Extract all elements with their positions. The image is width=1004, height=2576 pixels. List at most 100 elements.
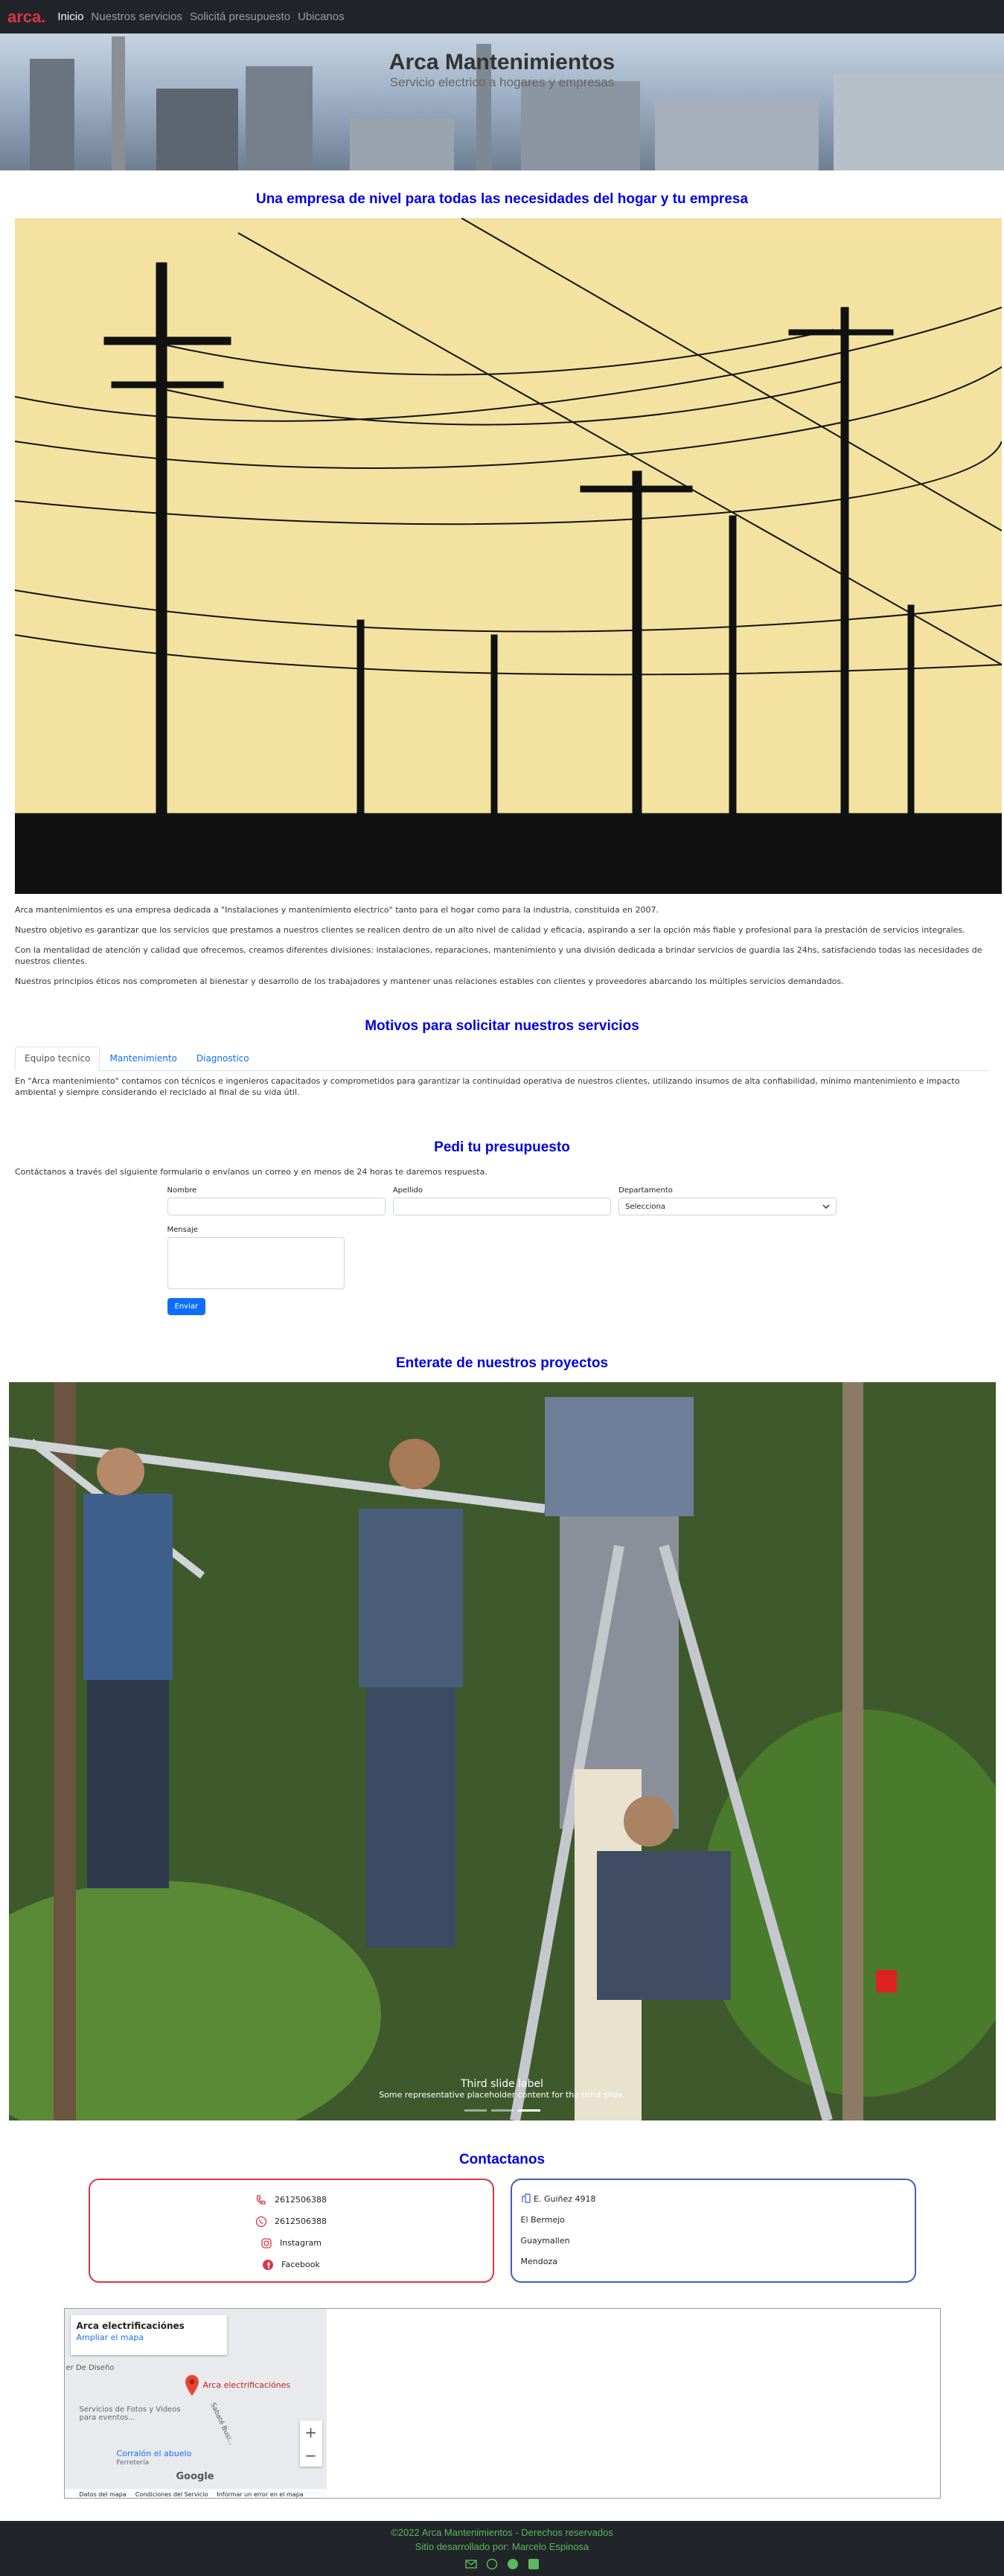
phone-item[interactable]: 2612506388 [99,2189,484,2211]
google-logo: Google [176,2471,214,2482]
map-label: er De Diseño [65,2364,115,2372]
footer-social [0,2558,1004,2570]
map-label: Corralón el abuelo [116,2449,192,2458]
building-icon [521,2193,531,2203]
mensaje-label: Mensaje [167,1226,198,1234]
map-footer: Datos del mapa Condiciones del Servicio … [64,2489,327,2498]
facebook-item[interactable]: Facebook [99,2254,484,2275]
instagram-item[interactable]: Instagram [99,2232,484,2254]
address-line: Mendoza [520,2257,557,2266]
chevron-down-icon [822,1204,831,1209]
mail-icon[interactable] [464,2558,477,2570]
nav-link-ubicanos[interactable]: Ubicanos [298,10,345,23]
map-embed[interactable]: Arca electrificaciónes Ampliar el mapa e… [63,2308,941,2499]
address-line: Guaymallen [520,2236,570,2246]
contact-card: 2612506388 2612506388 Instagram Facebook [88,2179,494,2283]
address-line: El Bermejo [520,2215,565,2225]
carousel-caption-title: Third slide label [460,2078,544,2090]
hero-building [350,118,454,170]
carousel-indicators [9,2109,996,2112]
projects-carousel[interactable]: Third slide label Some representative pl… [8,1382,996,2120]
hero-banner: Arca Mantenimientos Servicio electrico a… [0,33,1004,170]
tab-diagnostico[interactable]: Diagnostico [187,1046,259,1070]
map-pin-icon[interactable] [184,2374,200,2397]
motivos-section: Motivos para solicitar nuestros servicio… [0,1018,1004,1098]
map-label: Servicios de Fotos y Videos para eventos… [79,2406,181,2422]
zoom-in-icon[interactable]: + [304,2423,317,2441]
map-pin-label: Arca electrificaciónes [202,2380,291,2390]
presupuesto-title: Pedi tu presupuesto [434,1140,570,1155]
linkedin-icon[interactable] [528,2558,540,2570]
address-street: E. Guiñez 4918 [534,2194,596,2204]
address-card: E. Guiñez 4918 El Bermejo Guaymallen Men… [510,2179,916,2283]
map-section: Arca electrificaciónes Ampliar el mapa e… [0,2308,1004,2499]
map-terms-link[interactable]: Condiciones del Servicio [135,2491,208,2498]
footer-copyright: ©2022 Arca Mantenimientos - Derechos res… [391,2527,613,2538]
navbar: arca. Inicio Nuestros servicios Solicitá… [0,0,1004,33]
intro-paragraph: Arca mantenimientos es una empresa dedic… [15,905,659,915]
carousel-indicator[interactable] [464,2109,487,2112]
carousel-indicator[interactable] [517,2109,540,2112]
github-icon[interactable] [507,2558,519,2570]
presupuesto-section: Pedi tu presupuesto Contáctanos a través… [0,1140,1004,1315]
map-label: Sabaté Busi... [208,2401,235,2447]
nav-link-presupuesto[interactable]: Solicitá presupuesto [190,10,290,23]
submit-button[interactable]: Enviar [167,1298,206,1315]
address-line: E. Guiñez 4918 [521,2189,906,2210]
map-info-box: Arca electrificaciónes Ampliar el mapa [70,2315,227,2355]
hero-subtitle: Servicio electrico a hogares y empresas [389,75,615,89]
nombre-input[interactable] [167,1198,386,1215]
whatsapp-icon[interactable] [486,2558,498,2570]
proyectos-section: Enterate de nuestros proyectos Third sli… [0,1355,1004,2120]
intro-title: Una empresa de nivel para todas las nece… [255,191,749,207]
map-label: Ferretería [116,2459,150,2467]
power-lines-image [15,218,1002,894]
apellido-input[interactable] [392,1198,612,1215]
presupuesto-intro: Contáctanos a través del siguiente formu… [15,1167,487,1177]
footer: ©2022 Arca Mantenimientos - Derechos res… [0,2521,1004,2576]
intro-paragraph: Nuestro objetivo es garantizar que los s… [15,925,965,935]
map-report-link[interactable]: Informar un error en el mapa [217,2491,303,2498]
instagram-label: Instagram [280,2238,322,2248]
tab-equipo-tecnico[interactable]: Equipo tecnico [15,1046,100,1071]
intro-paragraph: Con la mentalidad de atención y calidad … [15,945,982,966]
departamento-label: Departamento [618,1186,673,1195]
contacto-title: Contactanos [458,2152,546,2167]
nav-link-inicio[interactable]: Inicio [57,10,83,23]
instagram-icon [261,2237,272,2249]
hero-building [156,89,238,170]
whatsapp-item[interactable]: 2612506388 [99,2211,484,2232]
quote-form: Nombre Apellido Departamento Selecciona … [167,1186,837,1315]
brand-logo[interactable]: arca. [7,7,45,27]
workers-photo [8,1382,996,2120]
map-data-link[interactable]: Datos del mapa [80,2491,127,2498]
intro-section: Una empresa de nivel para todas las nece… [0,191,1004,987]
departamento-select[interactable]: Selecciona [618,1198,837,1215]
nav-link-servicios[interactable]: Nuestros servicios [91,10,182,23]
footer-developer: Sitio desarrollado por: Marcelo Espinosa [415,2541,589,2552]
map-canvas[interactable]: Arca electrificaciónes Ampliar el mapa e… [64,2309,327,2498]
facebook-label: Facebook [281,2260,320,2269]
whatsapp-icon [255,2216,267,2227]
tab-content: En "Arca mantenimiento" contamos con téc… [15,1076,960,1097]
contacto-section: Contactanos 2612506388 2612506388 Instag… [0,2152,1004,2283]
tab-mantenimiento[interactable]: Mantenimiento [100,1046,186,1070]
tab-list: Equipo tecnico Mantenimiento Diagnostico [15,1046,989,1071]
whatsapp-number: 2612506388 [275,2217,327,2226]
power-lines-illustration [15,218,1002,894]
map-enlarge-link[interactable]: Ampliar el mapa [77,2333,221,2342]
carousel-indicator[interactable] [490,2109,514,2112]
apellido-label: Apellido [392,1186,423,1195]
hero-title: Arca Mantenimientos [389,50,615,74]
nombre-label: Nombre [167,1186,197,1195]
departamento-selected: Selecciona [625,1202,665,1211]
zoom-out-icon[interactable]: − [304,2446,317,2464]
hero-building [521,81,640,170]
phone-number: 2612506388 [275,2195,327,2205]
motivos-title: Motivos para solicitar nuestros servicio… [365,1018,639,1034]
hero-building [655,100,819,170]
carousel-caption-text: Some representative placeholder content … [379,2090,625,2100]
facebook-icon [263,2259,274,2270]
mensaje-textarea[interactable] [167,1237,345,1289]
intro-paragraph: Nuestros principios éticos nos compromet… [15,977,844,986]
